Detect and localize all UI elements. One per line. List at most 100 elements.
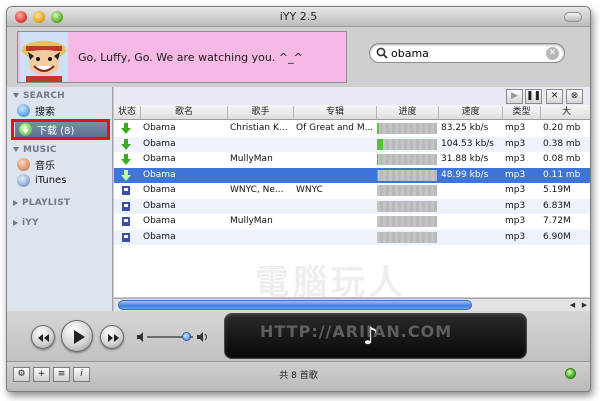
volume-low-icon [137,332,143,342]
cell-size: 0.08 mb [543,154,581,164]
column-header-speed[interactable]: 速度 [439,106,503,119]
cell-size: 6.90M [543,231,571,242]
play-icon [74,330,85,344]
column-header-type[interactable]: 类型 [503,106,541,119]
table-row[interactable]: Obama MullyMan 31.88 kb/s mp3 0.08 mb [114,152,590,167]
column-header-title[interactable]: 歌名 [141,106,228,119]
itunes-icon [17,174,30,187]
status-bar: ⚙ + ≡ i 共 8 首歌 [7,361,590,391]
disclosure-triangle-icon [13,93,19,98]
volume-slider[interactable] [137,331,209,343]
cell-name: Obama [143,200,176,211]
red-highlight-box [11,119,110,140]
scrollbar-thumb[interactable] [118,300,472,310]
sidebar-section-playlist[interactable]: PLAYLIST [13,198,70,208]
volume-high-icon [197,332,207,342]
cell-name: Obama [143,185,176,195]
cell-name: Obama [143,138,176,149]
queued-icon [122,217,130,226]
remove-button[interactable]: ✕ [546,89,563,104]
cell-name: Obama [143,216,176,226]
cell-speed: 83.25 kb/s [441,123,489,133]
app-window: iYY 2.5 Go, Luffy, Go. We are watching y… [6,6,591,392]
sidebar-item-music[interactable]: 音乐 [17,157,55,172]
song-count-status: 共 8 首歌 [279,371,318,381]
cell-type: mp3 [505,185,526,195]
pause-button[interactable]: ❚❚ [525,89,542,104]
progress-fill [377,154,379,165]
table-header: 状态 歌名 歌手 专辑 进度 速度 类型 大 [114,105,590,120]
sidebar-section-search[interactable]: SEARCH [13,91,65,101]
scroll-left-arrow[interactable]: ◀ [567,300,578,310]
cell-name: Obama [143,154,176,164]
progress-fill [377,123,379,134]
table-row[interactable]: Obama WNYC, Ne... WNYC mp3 5.19M [114,183,590,198]
cell-album: Of Great and M... [296,123,374,133]
horizontal-scrollbar[interactable]: ◀ ▶ [114,298,590,311]
table-row[interactable]: Obama mp3 6.90M [114,229,590,245]
queued-icon [122,201,130,211]
cell-size: 5.19M [543,185,571,195]
progress-bar [377,185,437,196]
sidebar-item-label: iTunes [35,175,67,186]
progress-bar [377,169,437,181]
sidebar-item-itunes[interactable]: iTunes [17,173,66,188]
search-icon [376,47,388,59]
sidebar-item-label: 搜索 [35,107,55,118]
cell-name: Obama [143,231,176,242]
player-controls: ♪ [7,311,590,361]
progress-bar [377,138,437,150]
cell-type: mp3 [505,123,526,133]
volume-knob[interactable] [182,332,192,341]
table-row[interactable]: Obama 48.99 kb/s mp3 0.11 mb [114,167,590,183]
disclosure-triangle-icon [13,219,18,226]
table-row[interactable]: Obama mp3 6.83M [114,198,590,214]
fast-forward-button[interactable] [100,325,124,349]
cell-album: WNYC [296,185,323,195]
download-arrow-icon [121,123,131,134]
table-row[interactable]: Obama Christian K... Of Great and M... 83.2… [114,121,590,136]
title-bar: iYY 2.5 [7,7,590,27]
cell-type: mp3 [505,154,526,164]
column-header-album[interactable]: 专辑 [294,106,377,119]
column-header-size[interactable]: 大 [541,106,590,119]
header-area: Go, Luffy, Go. We are watching you. ^_^ … [7,27,590,87]
sidebar-item-search[interactable]: 搜索 [17,103,55,118]
download-arrow-icon [121,169,131,181]
cancel-download-button[interactable]: ⊗ [566,89,583,104]
disclosure-triangle-icon [13,147,19,152]
cell-artist: Christian K... [230,123,288,133]
cell-name: Obama [143,169,176,180]
rewind-icon [38,334,49,342]
table-row[interactable]: Obama MullyMan mp3 7.72M [114,214,590,229]
column-header-status[interactable]: 状态 [114,106,141,119]
sidebar-section-music[interactable]: MUSIC [13,145,57,155]
music-note-icon: ♪ [363,322,379,350]
rewind-button[interactable] [31,325,55,349]
progress-bar [377,231,437,243]
banner-text: Go, Luffy, Go. We are watching you. ^_^ [78,50,303,64]
column-header-artist[interactable]: 歌手 [228,106,294,119]
cell-type: mp3 [505,169,526,180]
music-library-icon [17,158,30,171]
download-arrow-icon [121,154,131,165]
toolbar-toggle-button[interactable] [564,12,582,22]
cell-size: 0.20 mb [543,123,581,133]
play-button[interactable] [61,320,93,352]
connection-status-indicator [565,368,576,379]
search-input[interactable] [391,46,541,61]
cell-size: 0.38 mb [543,138,581,149]
search-field[interactable]: ✕ [369,43,565,63]
queued-icon [122,232,130,242]
cell-speed: 104.53 kb/s [441,138,494,149]
cell-type: mp3 [505,216,526,226]
sidebar-section-iyy[interactable]: iYY [13,218,39,228]
cell-size: 7.72M [543,216,571,226]
disclosure-triangle-icon [13,199,18,206]
resume-button[interactable]: ▶ [506,89,523,104]
scroll-right-arrow[interactable]: ▶ [579,300,590,310]
column-header-progress[interactable]: 进度 [377,106,439,119]
clear-search-icon[interactable]: ✕ [546,47,559,60]
table-row[interactable]: Obama 104.53 kb/s mp3 0.38 mb [114,136,590,152]
cell-type: mp3 [505,200,526,211]
